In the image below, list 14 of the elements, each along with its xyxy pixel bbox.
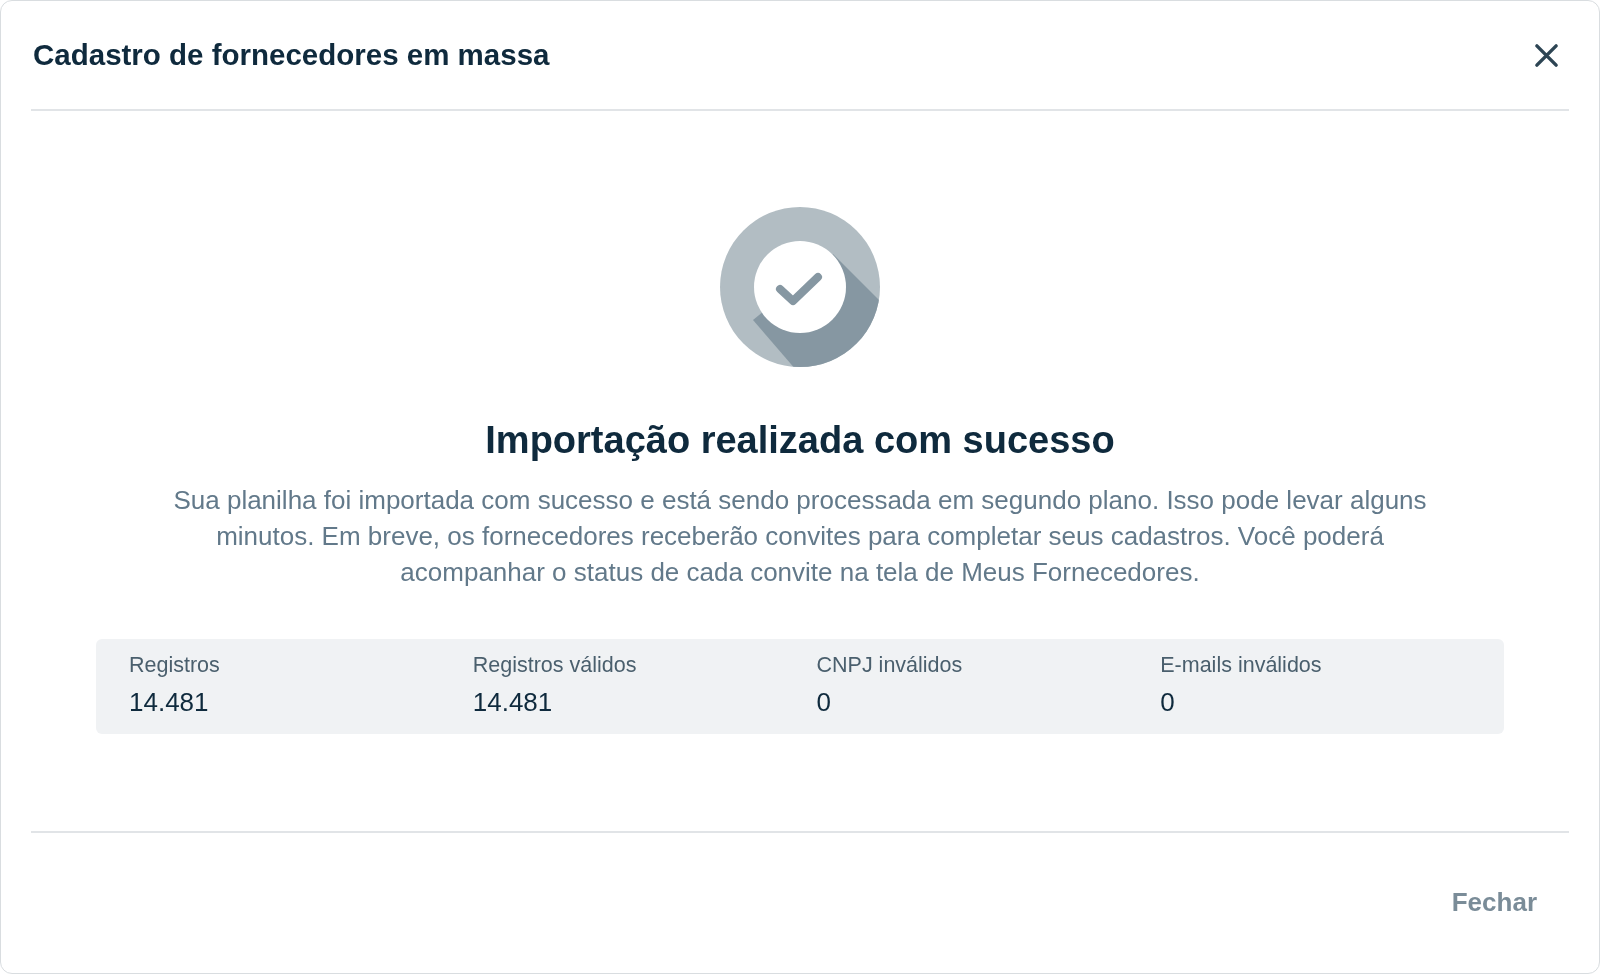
stat-label: CNPJ inválidos bbox=[816, 652, 963, 678]
stat-value: 0 bbox=[1160, 686, 1175, 718]
stat-label: Registros bbox=[129, 652, 220, 678]
close-icon[interactable] bbox=[1534, 42, 1559, 68]
success-check-icon bbox=[720, 207, 880, 367]
stat-label: E-mails inválidos bbox=[1160, 652, 1322, 678]
success-heading: Importação realizada com sucesso bbox=[485, 418, 1115, 463]
stat-value: 0 bbox=[816, 686, 831, 718]
close-button[interactable]: Fechar bbox=[1451, 886, 1537, 918]
stat-value: 14.481 bbox=[472, 686, 553, 718]
stat-value: 14.481 bbox=[129, 686, 209, 718]
stat-label: Registros válidos bbox=[472, 652, 637, 678]
dialog-title: Cadastro de fornecedores em massa bbox=[33, 37, 550, 73]
success-message: Sua planilha foi importada com sucesso e está sendo processada em segundo plano. Isso pode levar alguns minutos. Em breve, os fornecedores receberão convites para completar seus cadastros. Você poderá acompanhar o status de cada convite na tela de Meus Fornecedores. bbox=[172, 484, 1428, 589]
